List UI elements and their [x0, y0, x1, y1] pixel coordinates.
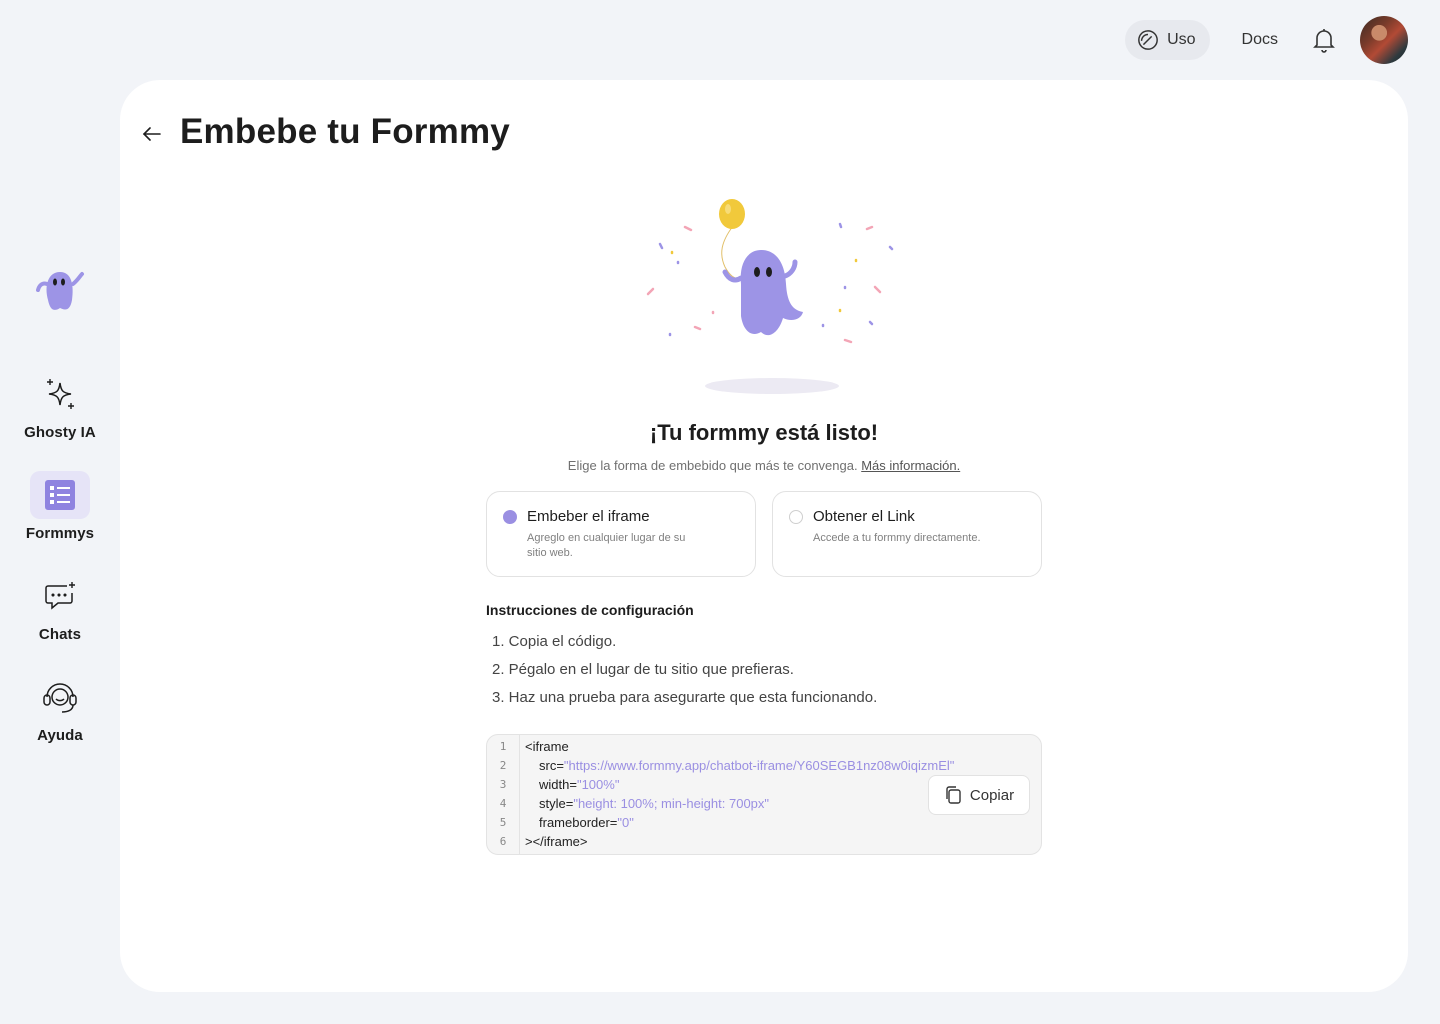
code-open-tag: <iframe: [525, 739, 569, 754]
usage-label: Uso: [1167, 31, 1196, 48]
nav-icon-wrap: [30, 370, 90, 418]
code-src-attr: src=: [539, 758, 564, 773]
radio-iframe[interactable]: [503, 510, 517, 524]
code-src-value: "https://www.formmy.app/chatbot-iframe/Y…: [563, 758, 955, 773]
notifications-button[interactable]: [1310, 26, 1338, 54]
instructions-list: 1. Copia el código. 2. Pégalo en el luga…: [492, 632, 877, 716]
option-iframe-text: Embeber el iframe Agreglo en cualquier l…: [527, 508, 697, 576]
ghost-shadow: [705, 378, 839, 394]
ghost-right-arm: [782, 259, 798, 279]
gauge-icon: [1138, 30, 1158, 50]
page-title: Embebe tu Formmy: [180, 112, 510, 151]
code-width-attr: width=: [539, 777, 577, 792]
nav-icon-wrap: [30, 572, 90, 620]
copy-label: Copiar: [969, 786, 1015, 804]
ghost-celebration-illustration: [646, 199, 894, 394]
instruction-step: 3. Haz una prueba para asegurarte que es…: [492, 689, 878, 706]
nav-label-formmys: Formmys: [25, 525, 95, 542]
radio-link[interactable]: [789, 510, 803, 524]
code-snippet[interactable]: 1 2 3 4 5 6 <iframe src="https://www.for…: [486, 734, 1042, 855]
nav-chats[interactable]: Chats: [30, 572, 90, 643]
line-number: 4: [499, 797, 507, 810]
nav-icon-wrap: [30, 673, 90, 721]
option-link[interactable]: Obtener el Link Accede a tu formmy direc…: [772, 491, 1042, 577]
code-line: frameborder="0": [525, 815, 954, 836]
option-link-text: Obtener el Link Accede a tu formmy direc…: [813, 508, 981, 576]
formmy-ghost-logo-icon[interactable]: [30, 260, 90, 320]
line-number: 1: [499, 740, 507, 753]
option-iframe-title: Embeber el iframe: [527, 508, 650, 525]
copy-button[interactable]: Copiar: [928, 775, 1030, 815]
code-style-value: "height: 100%; min-height: 700px": [573, 796, 770, 811]
option-iframe[interactable]: Embeber el iframe Agreglo en cualquier l…: [486, 491, 756, 577]
nav-ghosty-ia[interactable]: Ghosty IA: [24, 370, 96, 441]
bell-icon: [1313, 29, 1335, 53]
copy-icon: [946, 786, 961, 804]
line-number: 3: [499, 778, 507, 791]
option-iframe-desc: Agreglo en cualquier lugar de su sitio w…: [527, 532, 686, 559]
main-card: Embebe tu Formmy ¡Tu formmy está listo! …: [120, 80, 1408, 992]
option-link-desc: Accede a tu formmy directamente.: [813, 532, 981, 544]
nav-label-ghosty-ia: Ghosty IA: [24, 424, 96, 441]
code-close-tag: ></iframe>: [525, 834, 588, 849]
docs-link[interactable]: Docs: [1232, 31, 1288, 49]
embed-options: Embeber el iframe Agreglo en cualquier l…: [486, 491, 1042, 577]
sparkles-icon: [47, 379, 74, 409]
code-frameborder-attr: frameborder=: [539, 815, 618, 830]
ghost-left-arm: [722, 269, 744, 283]
line-number: 2: [499, 759, 507, 772]
option-link-title: Obtener el Link: [813, 508, 915, 525]
code-frameborder-value: "0": [617, 815, 634, 830]
line-numbers: 1 2 3 4 5 6: [487, 735, 520, 854]
nav-label-chats: Chats: [38, 626, 82, 643]
nav-ayuda[interactable]: Ayuda: [30, 673, 90, 744]
nav-icon-wrap: [29, 471, 90, 519]
top-bar: Uso Docs: [1125, 16, 1408, 64]
nav-label-ayuda: Ayuda: [37, 727, 83, 744]
more-info-link[interactable]: Más información.: [861, 458, 960, 473]
back-arrow-icon[interactable]: [140, 122, 164, 146]
instruction-step: 1. Copia el código.: [492, 633, 617, 650]
line-number: 5: [499, 816, 507, 829]
line-number: 6: [499, 835, 507, 848]
headset-icon: [43, 683, 77, 713]
usage-button[interactable]: Uso: [1125, 20, 1210, 60]
instruction-step: 2. Pégalo en el lugar de tu sitio que pr…: [492, 661, 794, 678]
list-icon: [44, 480, 75, 510]
subline-text: Elige la forma de embebido que más te co…: [567, 458, 858, 473]
code-lines: <iframe src="https://www.formmy.app/chat…: [525, 739, 955, 854]
ready-headline: ¡Tu formmy está listo!: [649, 420, 879, 445]
nav-formmys[interactable]: Formmys: [26, 471, 94, 542]
sidebar: Ghosty IA Formmys Chats Ayuda: [0, 260, 120, 774]
instructions-title: Instrucciones de configuración: [486, 602, 694, 618]
balloon: [719, 199, 745, 229]
code-width-value: "100%": [576, 777, 620, 792]
code-line: ></iframe>: [525, 834, 954, 854]
code-style-attr: style=: [539, 796, 574, 811]
chat-icon: [45, 582, 75, 610]
user-avatar[interactable]: [1360, 16, 1408, 64]
embed-subline: Elige la forma de embebido que más te co…: [120, 458, 1408, 473]
